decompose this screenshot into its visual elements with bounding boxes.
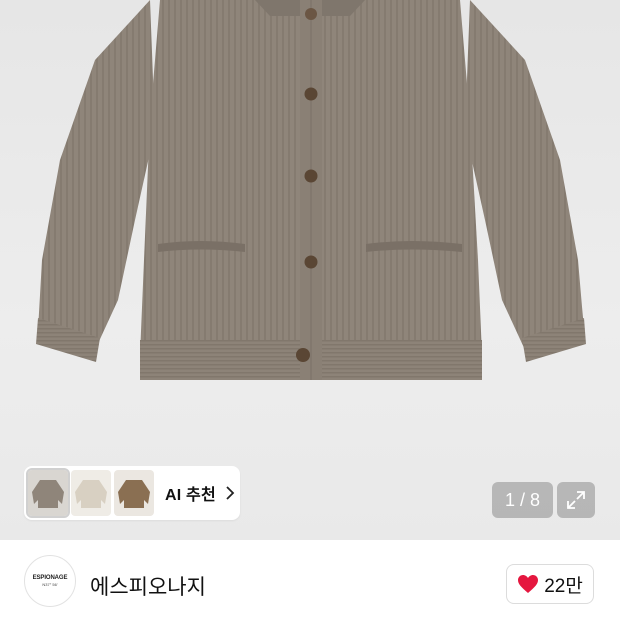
cream-knit-thumb-icon: [75, 480, 107, 508]
brand-logo-line2: N37° 56': [42, 582, 58, 587]
cardigan-thumb-icon: [32, 480, 64, 508]
like-count: 22만: [544, 575, 583, 597]
product-image[interactable]: AI 추천 1 / 8: [0, 0, 620, 540]
brown-sweater-thumb-icon: [118, 480, 150, 508]
brown-sweater-thumb[interactable]: [114, 470, 154, 516]
heart-icon: [518, 575, 539, 593]
image-pager: 1 / 8: [492, 482, 553, 518]
expand-icon: [567, 491, 585, 509]
cardigan-thumb[interactable]: [26, 468, 70, 518]
brand-logo[interactable]: ESPIONAGE N37° 56': [24, 555, 76, 607]
product-page: AI 추천 1 / 8 ESPIONAGE N37° 56' 에스피오나지 22…: [0, 0, 620, 620]
brand-logo-line1: ESPIONAGE: [32, 575, 68, 581]
cardigan-illustration: [36, 0, 586, 380]
cream-knit-thumb[interactable]: [71, 470, 111, 516]
chevron-right-icon: [226, 486, 235, 500]
expand-button[interactable]: [557, 482, 595, 518]
ai-recommend-label: AI 추천: [165, 487, 216, 504]
ai-recommend-chip[interactable]: AI 추천: [24, 466, 240, 520]
like-button[interactable]: 22만: [506, 564, 594, 604]
brand-name[interactable]: 에스피오나지: [90, 571, 206, 601]
